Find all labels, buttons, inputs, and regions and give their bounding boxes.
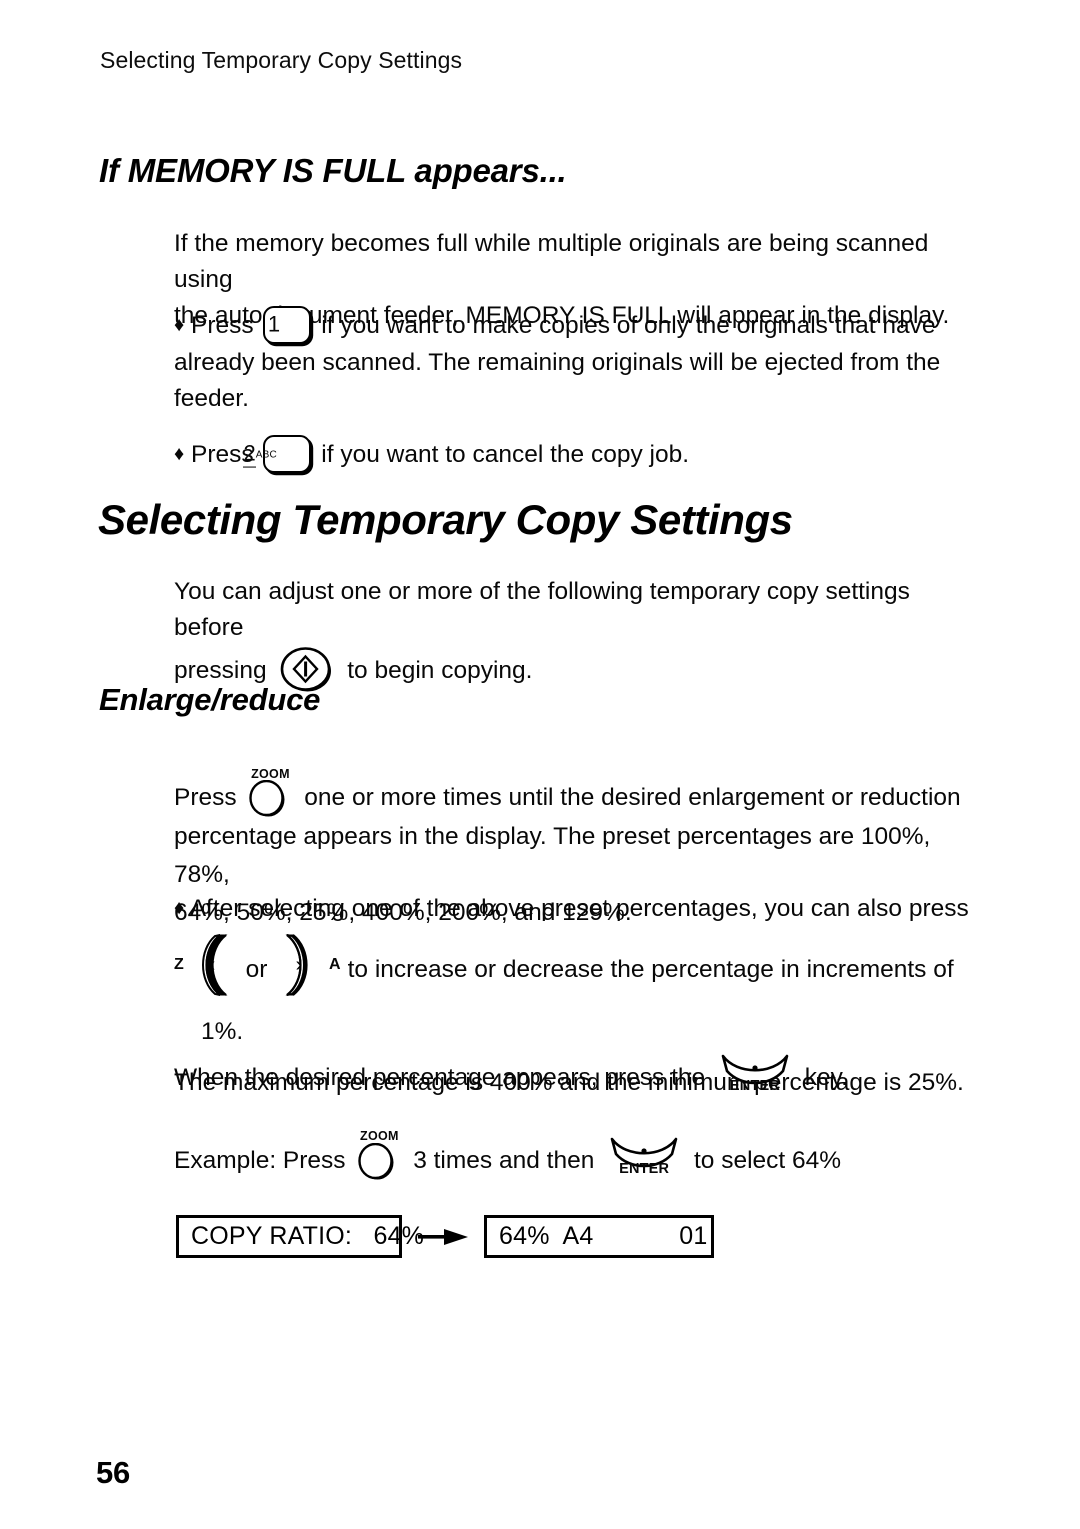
heading-if-memory-is-full: If MEMORY IS FULL appears... xyxy=(99,152,567,189)
display-ratio-paper-count: 64% A4 01 xyxy=(484,1215,714,1258)
zoom-key[interactable]: ZOOM xyxy=(356,1129,402,1181)
memory-intro-line-1: If the memory becomes full while multipl… xyxy=(174,230,929,293)
enter-key-label: ENTER xyxy=(729,1078,781,1094)
keypad-key-2-digit: 2 xyxy=(243,440,256,468)
page-title: Selecting Temporary Copy Settings xyxy=(98,496,793,543)
memory-bullet-1-before: Press xyxy=(191,312,254,339)
heading-enlarge-reduce: Enlarge/reduce xyxy=(99,682,321,717)
keypad-key-2-letters: ABC xyxy=(255,449,277,461)
keypad-key-2-glyph: 2ABC xyxy=(243,440,309,468)
keypad-key-1[interactable]: 1 xyxy=(263,306,312,344)
zoom-key[interactable]: ZOOM xyxy=(247,767,293,818)
memory-bullet-1: ♦ Press 1 if you want to make copies of … xyxy=(174,306,991,417)
memory-bullet-1-after: if you want to make copies of only the o… xyxy=(321,312,936,339)
running-head: Selecting Temporary Copy Settings xyxy=(100,47,463,73)
temporary-intro-line-1: You can adjust one or more of the follow… xyxy=(174,578,910,641)
keypad-key-1-digit: 1 xyxy=(267,311,281,337)
enlarge-paragraph-1-line-1: Press ZOOM one or more times until the d… xyxy=(174,767,964,818)
svg-text:›: › xyxy=(296,954,303,976)
left-arrow-key-cap: Z xyxy=(174,956,184,973)
example-middle: 3 times and then xyxy=(413,1147,595,1174)
memory-bullet-1-line-3: feeder. xyxy=(174,385,249,412)
enter-key[interactable]: ENTER xyxy=(606,1137,682,1184)
temporary-intro-before-start: pressing xyxy=(174,657,267,684)
right-arrow-key[interactable]: › xyxy=(275,931,321,999)
display-copy-ratio: COPY RATIO: 64% xyxy=(176,1215,424,1258)
memory-bullet-1-line-2: already been scanned. The remaining orig… xyxy=(174,349,941,376)
enlarge-after-zoom: one or more times until the desired enla… xyxy=(304,784,961,811)
enter-key[interactable]: ENTER xyxy=(717,1054,793,1101)
enlarge-before-zoom: Press xyxy=(174,784,237,811)
enlarge-paragraph-1-line-2: percentage appears in the display. The p… xyxy=(174,823,931,888)
flow-arrow-icon xyxy=(418,1228,470,1246)
enlarge-bullet-conjunction: or xyxy=(245,956,268,983)
bullet-diamond-icon: ♦ xyxy=(174,443,185,465)
left-arrow-key[interactable]: ‹ xyxy=(192,931,238,999)
enter-key-label: ENTER xyxy=(619,1161,670,1177)
memory-bullet-2: ♦ Press 2ABC if you want to cancel the c… xyxy=(174,435,991,474)
bullet-diamond-icon: ♦ xyxy=(174,897,185,919)
keypad-key-2-abc[interactable]: 2ABC xyxy=(243,435,312,473)
right-arrow-key-cap: A xyxy=(329,956,341,973)
memory-bullet-2-after: if you want to cancel the copy job. xyxy=(321,441,690,468)
bullet-diamond-icon: ♦ xyxy=(174,314,185,336)
temporary-intro-after-start: to begin copying. xyxy=(347,657,533,684)
enter-instruction-line: When the desired percentage appears, pre… xyxy=(174,1054,964,1101)
temporary-intro-paragraph: You can adjust one or more of the follow… xyxy=(174,574,964,695)
enter-line-after: key. xyxy=(804,1064,848,1091)
manual-page: Selecting Temporary Copy Settings If MEM… xyxy=(0,0,1080,1529)
enter-line-before: When the desired percentage appears, pre… xyxy=(174,1064,706,1091)
example-line: Example: Press ZOOM 3 times and then ENT… xyxy=(174,1129,964,1184)
page-number: 56 xyxy=(96,1455,130,1490)
enlarge-bullet-line-1: After selecting one of the above preset … xyxy=(189,895,969,922)
example-before-zoom: Example: Press xyxy=(174,1147,346,1174)
svg-text:‹: ‹ xyxy=(208,954,215,976)
enlarge-bullet-line-2: Z ‹ or › A to increase or decrease the p… xyxy=(174,931,991,1063)
example-after-enter: to select 64% xyxy=(693,1147,842,1174)
